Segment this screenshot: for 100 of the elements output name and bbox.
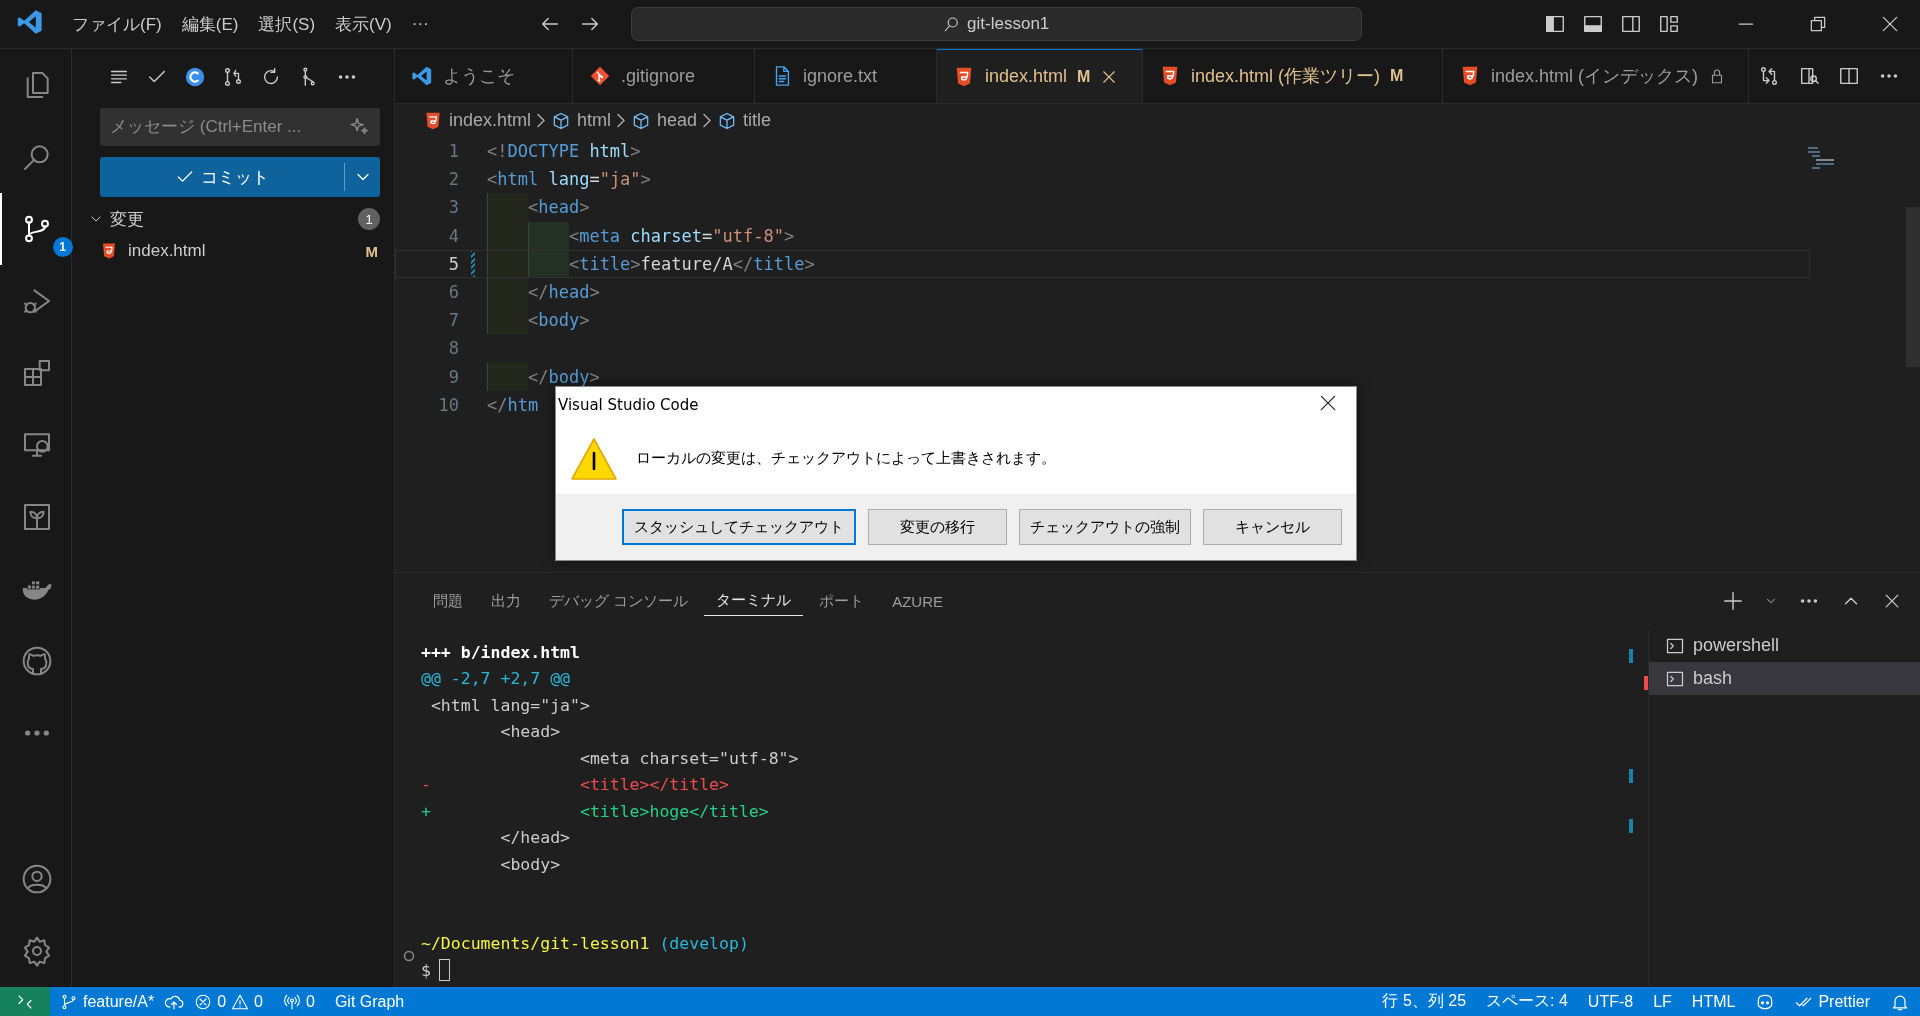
code-line: </htm [487,393,539,417]
panel-tab[interactable]: 問題 [421,586,475,616]
terminal-item[interactable]: bash [1649,662,1920,695]
line-number: 9 [447,366,459,387]
editor-tab[interactable]: ようこそ [395,49,573,103]
line-number: 5 [447,253,459,274]
editor-tab[interactable]: index.html (作業ツリー) M [1143,49,1443,103]
dialog-title: Visual Studio Code [558,396,699,414]
plus-icon[interactable] [1722,590,1744,612]
code-line: <title>feature/A</title> [487,249,815,278]
problems-button[interactable]: 0 0 [184,992,273,1011]
branch-icon [60,992,78,1011]
status-circle-icon [403,950,415,962]
indentation[interactable]: スペース: 4 [1476,991,1578,1012]
line-number: 2 [447,169,459,190]
command-center[interactable]: git-lesson1 [630,7,1362,41]
terminal-line: <head> [499,721,561,744]
split-editor-icon[interactable] [1838,65,1860,87]
breadcrumb[interactable]: html [577,110,612,131]
dialog-message: ローカルの変更は、チェックアウトによって上書きされます。 [636,449,1056,468]
restore-icon[interactable] [1808,14,1828,34]
chevron-right-icon [537,113,546,128]
close-icon[interactable] [1318,393,1338,413]
pull-request-icon[interactable] [222,65,244,88]
scroll-marker [1629,819,1633,833]
html-file-icon [423,110,443,131]
menu-item[interactable]: ··· [401,14,439,34]
dialog-button[interactable]: 変更の移行 [868,509,1007,545]
open-file-icon[interactable] [1798,65,1820,87]
right-panel-icon[interactable] [1620,13,1642,35]
code-line: </body> [487,362,600,391]
close-icon[interactable] [1880,14,1900,34]
terminal-item[interactable]: powershell [1649,629,1920,662]
menu-item[interactable]: 選択(S) [248,12,326,36]
scroll-marker [1629,769,1633,783]
count-badge: 1 [52,237,73,257]
count-badge: 1 [358,208,380,230]
panel-tab[interactable]: 出力 [479,586,533,616]
git-graph-button[interactable]: Git Graph [324,992,415,1011]
panel-tab[interactable]: デバッグ コンソール [537,586,701,616]
panel-tab[interactable]: ポート [807,586,877,616]
editor-tab[interactable]: .gitignore [573,49,755,103]
line-number: 1 [447,141,459,162]
terminal-line: <html lang="ja"> [429,694,590,717]
formatter-button[interactable]: Prettier [1785,992,1880,1011]
left-panel-icon[interactable] [1544,13,1566,35]
editor-tab[interactable]: index.html M [937,49,1143,103]
terminal-line: <body> [499,853,561,876]
minimap[interactable] [1808,147,1834,169]
text-cursor [438,959,450,982]
line-number: 7 [447,310,459,331]
line-number: 10 [437,394,459,415]
antenna-icon [282,992,301,1011]
code-line: <meta charset="utf-8"> [487,221,795,250]
panel-tab[interactable]: AZURE [880,586,955,616]
terminal-line: + <title>hoge</title> [421,800,769,823]
terminal-line: @@ -2,7 +2,7 @@ [421,668,570,691]
status-letter: M [365,242,378,260]
language-mode[interactable]: HTML [1681,992,1746,1011]
dialog-button[interactable]: チェックアウトの強制 [1019,509,1191,545]
terminal-line: </head> [499,827,570,850]
code-line: </head> [487,277,600,307]
account-icon[interactable] [20,863,53,895]
breadcrumb[interactable]: index.html [449,110,532,131]
terminal-path: ~/Documents/git-lesson1 [421,934,650,954]
ports-button[interactable]: 0 [272,992,325,1011]
html-file-icon [100,242,118,260]
compare-icon[interactable] [1758,65,1780,87]
branch-button[interactable]: feature/A* [50,992,165,1011]
layout-icon[interactable] [1658,13,1680,35]
changed-file[interactable]: index.html [128,241,206,261]
bottom-panel-icon[interactable] [1582,13,1604,35]
git-diamond-icon [589,65,611,87]
warning-icon [231,992,250,1011]
dialog-button[interactable]: スタッシュしてチェックアウト [622,509,856,545]
cursor-position[interactable]: 行 5、列 25 [1372,991,1477,1012]
chevron-right-icon [703,113,712,128]
menu-item[interactable]: ファイル(F) [62,12,172,36]
editor-tab[interactable]: index.html (インデックス) [1443,49,1749,103]
line-number: 3 [447,197,459,218]
code-line: <html lang="ja"> [487,168,651,192]
dialog-button[interactable]: キャンセル [1203,509,1342,545]
breadcrumb[interactable]: head [657,110,698,131]
terminal-line: +++ b/index.html [421,641,580,664]
code-line: <body> [487,306,590,335]
terminal-branch: (develop) [659,934,749,954]
cat-logo-icon[interactable] [20,645,53,677]
panel-tab[interactable]: ターミナル [704,586,804,616]
scroll-marker [1629,649,1633,663]
section-header[interactable]: 変更 [110,207,144,231]
terminal-line: <meta charset="utf-8"> [578,747,799,770]
scroll-marker [1644,676,1648,690]
message-field[interactable]: メッセージ (Ctrl+Enter ... [100,108,380,146]
breadcrumb[interactable]: title [743,110,772,131]
line-number: 4 [447,225,459,246]
menu-item[interactable]: 表示(V) [325,12,402,36]
terminal-line: - <title></title> [421,774,729,797]
menu-item[interactable]: 編集(E) [171,12,249,36]
encoding[interactable]: UTF-8 [1577,992,1644,1011]
line-ending[interactable]: LF [1643,992,1682,1011]
